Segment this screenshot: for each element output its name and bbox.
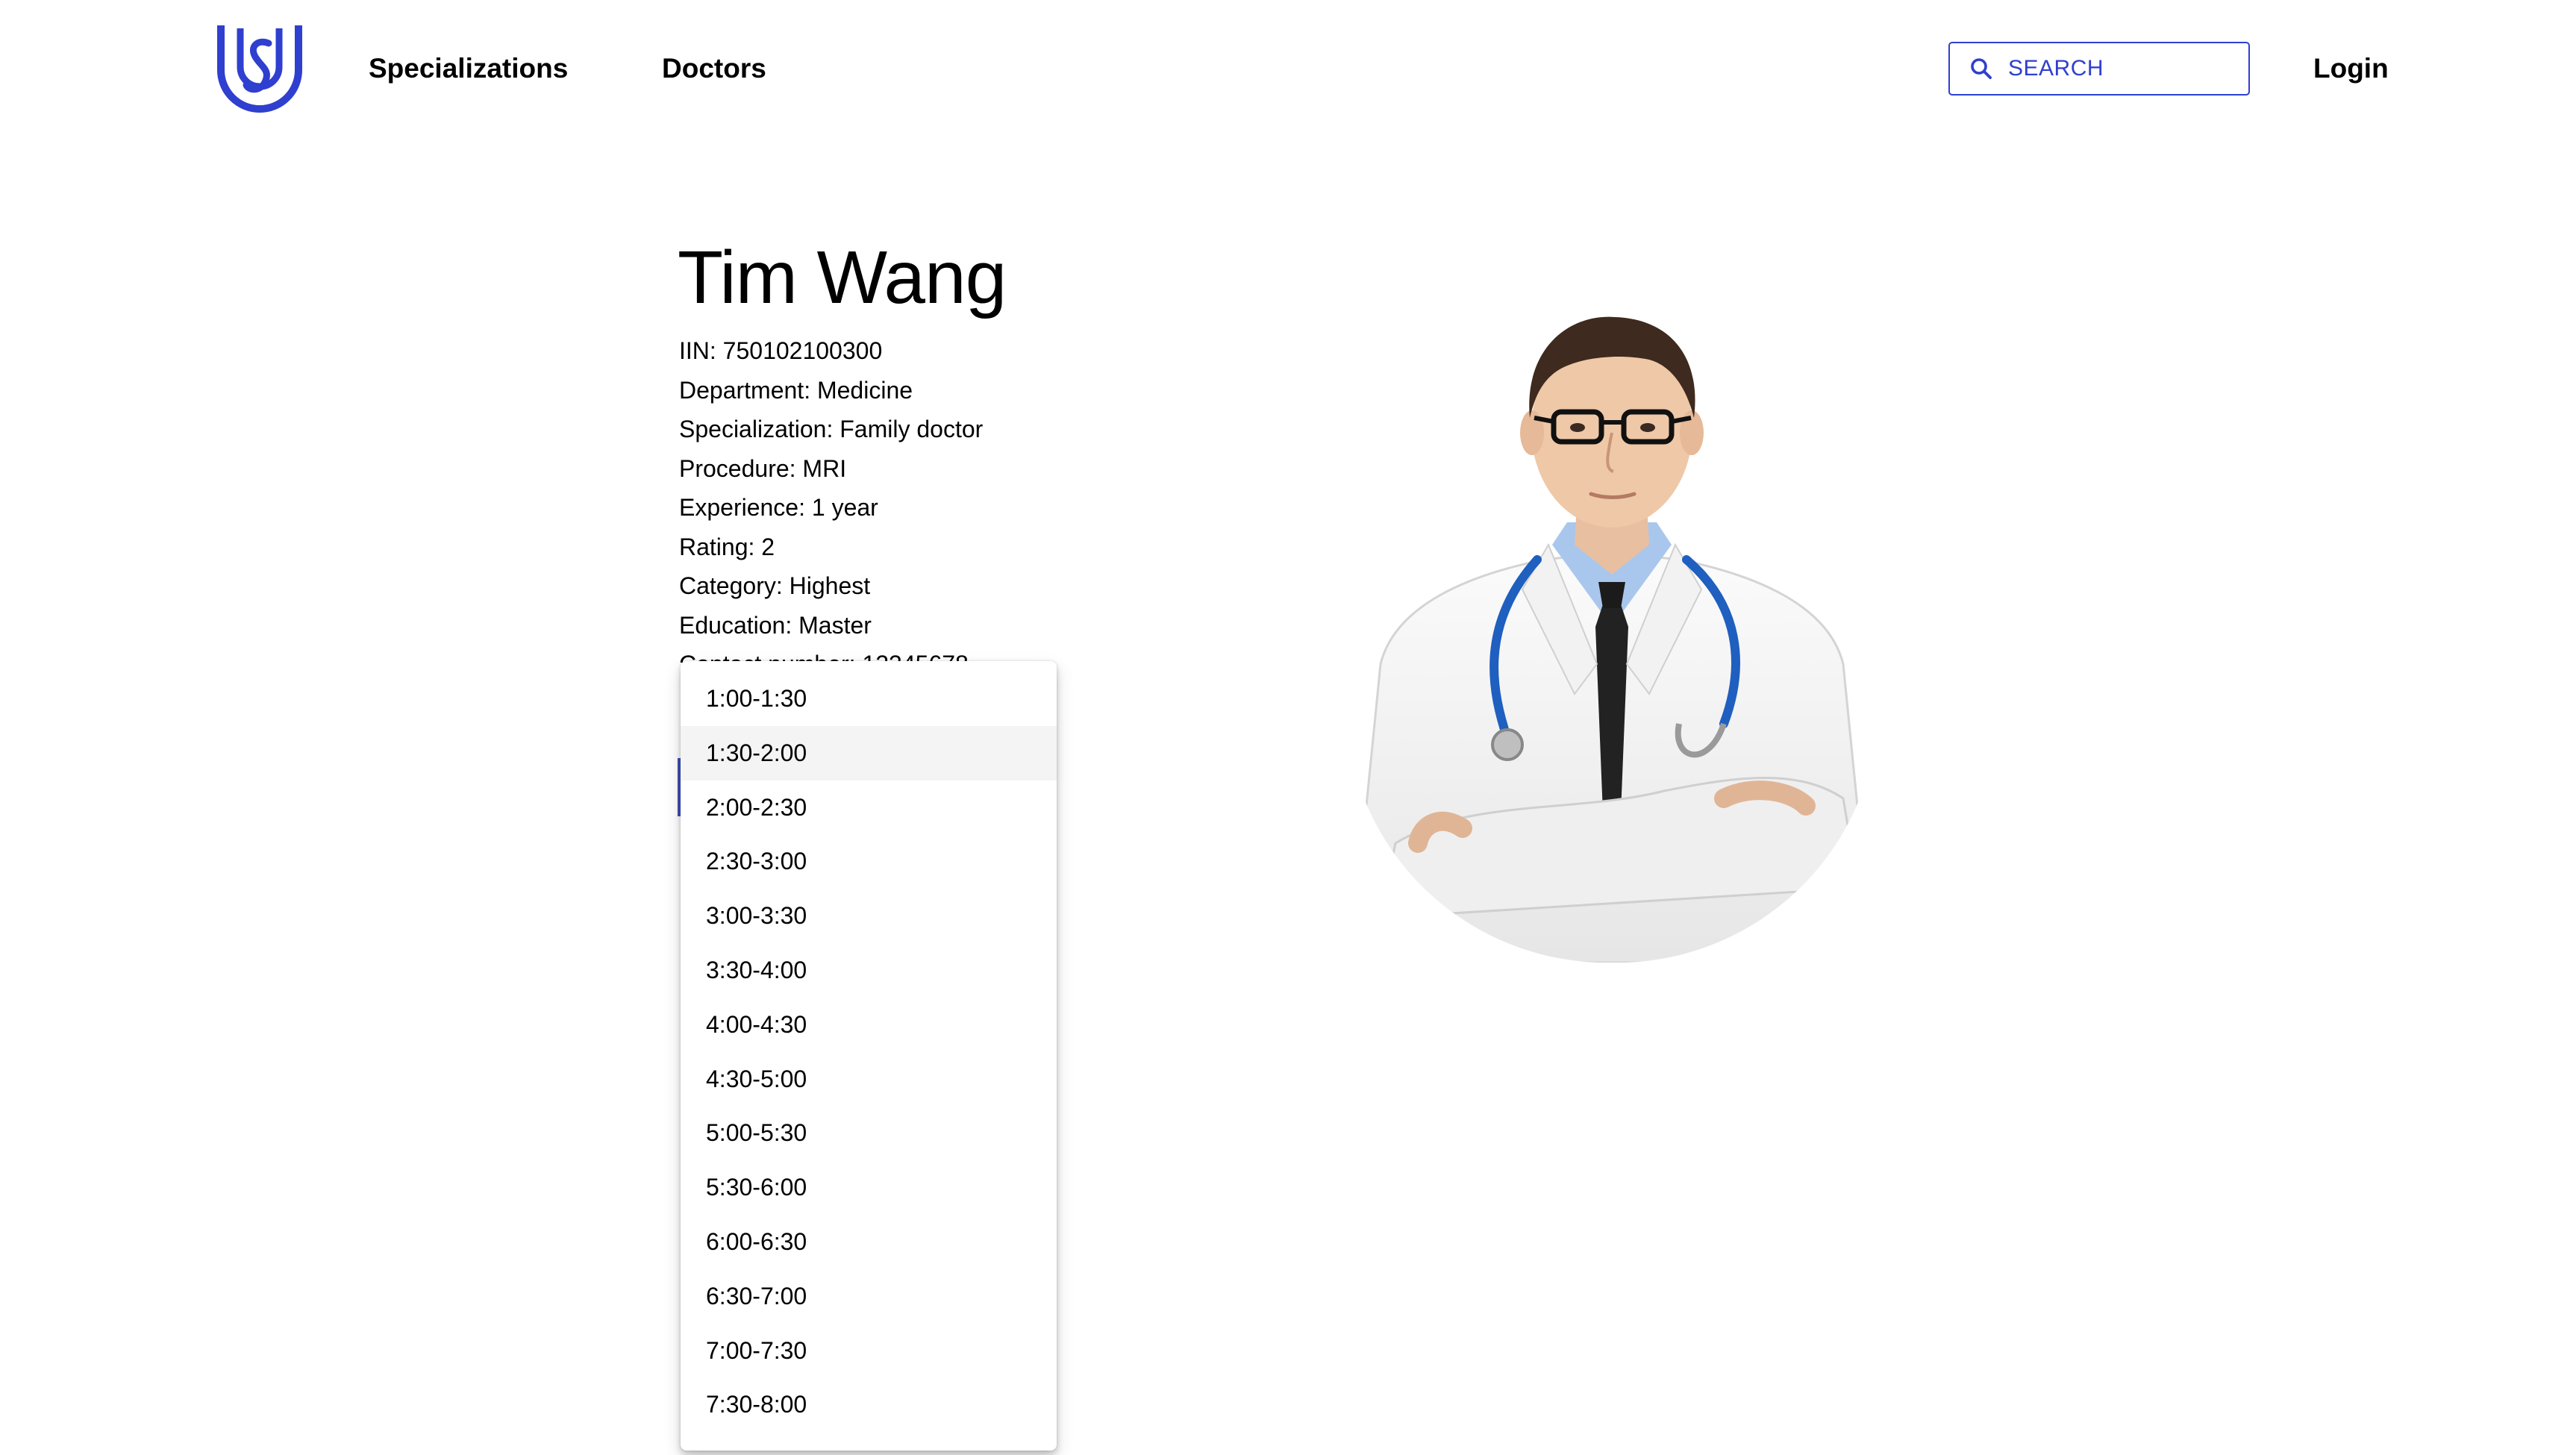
detail-category: Category: Highest: [679, 572, 871, 599]
detail-education: Education: Master: [679, 611, 872, 639]
time-slot-option[interactable]: 7:00-7:30: [681, 1324, 1057, 1378]
search-box[interactable]: [1948, 42, 2250, 96]
detail-iin: IIN: 750102100300: [679, 337, 883, 364]
doctor-name: Tim Wang: [678, 236, 1007, 319]
detail-contact-number: Contact number: 12345678: [679, 645, 1067, 663]
time-slot-option[interactable]: 1:30-2:00: [681, 725, 1057, 780]
search-input[interactable]: [2008, 56, 2232, 81]
doctor-profile-page: Specializations Doctors Login Tim Wang I…: [0, 0, 2576, 1455]
time-slot-option[interactable]: 4:00-4:30: [681, 998, 1057, 1052]
time-slot-option[interactable]: 6:30-7:00: [681, 1269, 1057, 1324]
time-slot-option[interactable]: 5:30-6:00: [681, 1160, 1057, 1215]
detail-procedure: Procedure: MRI: [679, 454, 847, 482]
time-slot-option[interactable]: 3:00-3:30: [681, 889, 1057, 943]
time-slot-option[interactable]: 3:30-4:00: [681, 943, 1057, 998]
doctor-portrait-image: [1351, 316, 1873, 963]
time-slot-option[interactable]: 2:00-2:30: [681, 780, 1057, 835]
time-slot-option[interactable]: 5:00-5:30: [681, 1106, 1057, 1160]
detail-department: Department: Medicine: [679, 376, 913, 404]
shield-s-logo-icon[interactable]: [213, 21, 306, 113]
time-slot-option[interactable]: 1:00-1:30: [681, 672, 1057, 726]
nav-doctors[interactable]: Doctors: [662, 49, 766, 88]
time-slot-option[interactable]: 6:00-6:30: [681, 1215, 1057, 1269]
time-slot-option[interactable]: 2:30-3:00: [681, 834, 1057, 889]
detail-specialization: Specialization: Family doctor: [679, 416, 984, 442]
doctor-details: IIN: 750102100300 Department: Medicine S…: [679, 331, 1067, 663]
search-icon: [1971, 58, 1992, 79]
detail-experience: Experience: 1 year: [679, 494, 878, 521]
time-slot-dropdown: 1:00-1:30 1:30-2:00 2:00-2:30 2:30-3:00 …: [681, 661, 1057, 1451]
detail-rating: Rating: 2: [679, 533, 775, 560]
nav-specializations[interactable]: Specializations: [369, 49, 568, 88]
time-slot-option[interactable]: 4:30-5:00: [681, 1052, 1057, 1107]
time-slot-option[interactable]: 7:30-8:00: [681, 1377, 1057, 1432]
login-link[interactable]: Login: [2313, 49, 2389, 88]
